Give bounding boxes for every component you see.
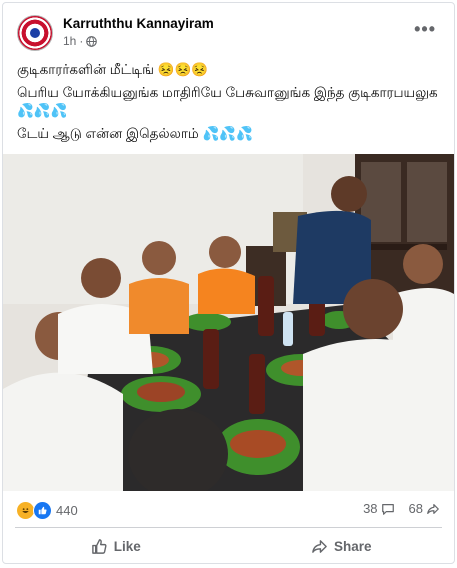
post-card: Karruththu Kannayiram 1h · ••• குடிகாரர்… [2, 2, 455, 564]
engagement-counts: 38 68 [363, 501, 440, 516]
post-header: Karruththu Kannayiram 1h · ••• [17, 13, 444, 53]
post-text: குடிகாரர்களின் மீட்டிங் 😣😣😣 பெரிய யோக்கி… [17, 61, 442, 148]
comment-icon [381, 503, 394, 515]
haha-reaction-icon [17, 502, 34, 519]
comment-count[interactable]: 38 [363, 501, 394, 516]
reaction-count[interactable]: 440 [56, 503, 78, 518]
comment-count-value: 38 [363, 501, 378, 516]
post-line: பெரிய யோக்கியனுங்க மாதிரியே பேசுவானுங்க … [17, 85, 438, 118]
more-options-button[interactable]: ••• [414, 19, 436, 40]
author-avatar[interactable] [17, 15, 53, 51]
globe-icon [86, 35, 98, 47]
photo-illustration [3, 154, 454, 491]
share-label: Share [333, 538, 372, 554]
share-icon [312, 539, 327, 553]
post-photo[interactable] [3, 154, 454, 491]
action-divider [15, 527, 442, 528]
share-button[interactable]: Share [229, 531, 455, 561]
thumbs-up-icon [91, 538, 107, 554]
post-line: குடிகாரர்களின் மீட்டிங் 😣😣😣 [17, 62, 209, 77]
share-arrow-icon [427, 503, 439, 514]
like-label: Like [113, 538, 141, 554]
share-count[interactable]: 68 [409, 501, 440, 516]
post-line: டேய் ஆடு என்ன இதெல்லாம் 💦💦💦 [17, 126, 253, 141]
author-name[interactable]: Karruththu Kannayiram [63, 16, 214, 31]
like-button[interactable]: Like [3, 531, 229, 561]
post-actions: Like Share [3, 531, 454, 561]
post-time[interactable]: 1h [63, 34, 76, 48]
share-count-value: 68 [408, 501, 423, 516]
post-meta: 1h · [63, 34, 98, 48]
like-reaction-icon [33, 501, 52, 520]
reaction-summary[interactable]: 440 [17, 501, 78, 520]
meta-separator: · [79, 34, 84, 48]
